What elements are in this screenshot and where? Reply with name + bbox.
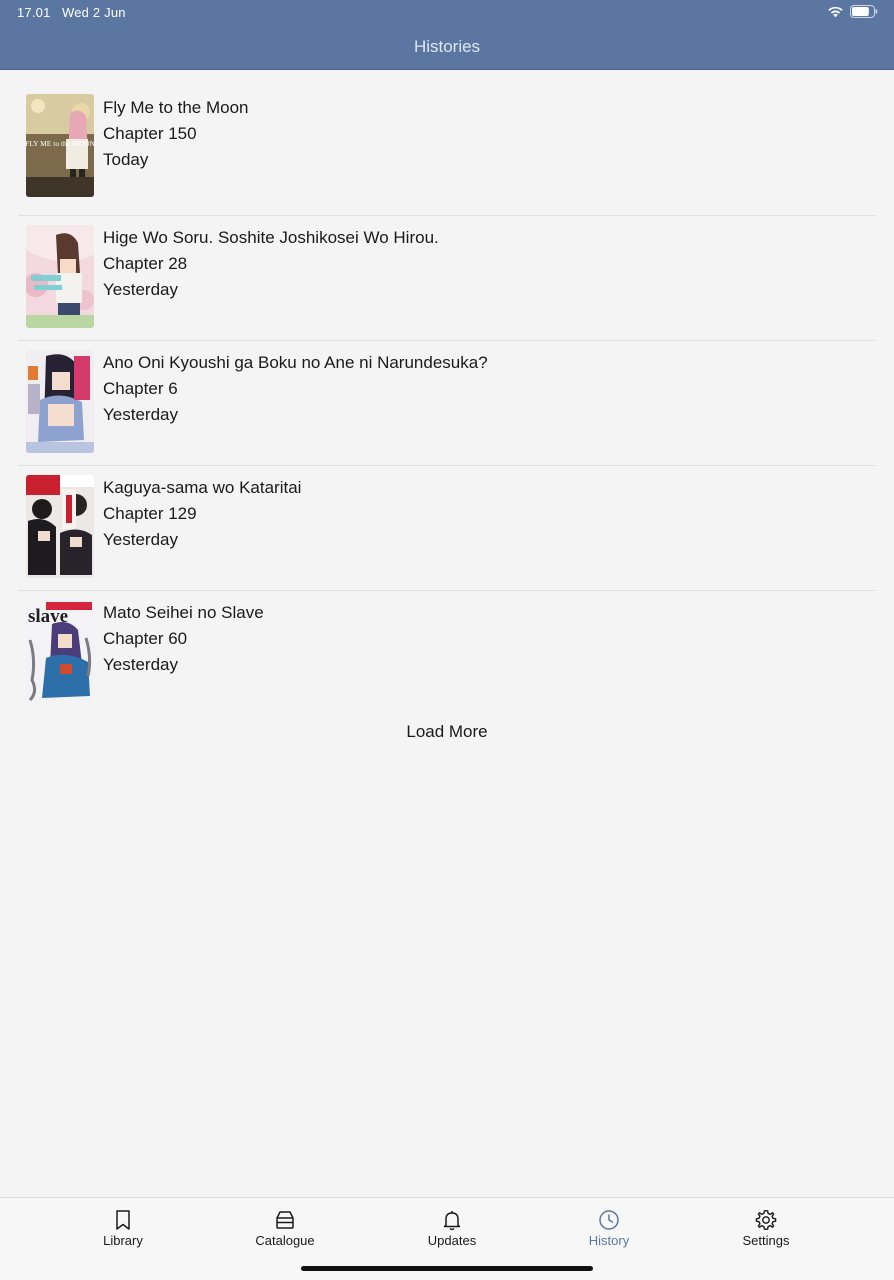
manga-cover — [26, 350, 94, 453]
manga-cover: FLY ME to the MOON — [26, 94, 94, 197]
read-date: Today — [103, 150, 149, 169]
manga-title: Fly Me to the Moon — [103, 98, 249, 117]
manga-cover — [26, 475, 94, 578]
history-item[interactable]: FLY ME to the MOON Fly Me to the Moon Ch… — [18, 70, 876, 216]
navigation-header: 17.01 Wed 2 Jun Histories — [0, 0, 894, 70]
status-clock: 17.01 — [17, 5, 51, 20]
chapter-label: Chapter 6 — [103, 379, 178, 398]
bookmark-icon — [116, 1210, 130, 1230]
status-date: Wed 2 Jun — [61, 5, 126, 20]
history-item-text: Fly Me to the Moon Chapter 150 Today — [103, 95, 249, 173]
tab-catalogue[interactable]: Catalogue — [225, 1198, 345, 1258]
status-time: 17.01 Wed 2 Jun — [17, 5, 126, 20]
read-date: Yesterday — [103, 405, 178, 424]
gear-icon — [755, 1210, 777, 1230]
history-item-text: Kaguya-sama wo Kataritai Chapter 129 Yes… — [103, 475, 301, 553]
manga-title: Kaguya-sama wo Kataritai — [103, 478, 302, 497]
manga-cover: slave — [26, 600, 94, 703]
read-date: Yesterday — [103, 655, 178, 674]
history-item[interactable]: Hige Wo Soru. Soshite Joshikosei Wo Hiro… — [18, 216, 876, 341]
history-screen: 17.01 Wed 2 Jun Histories FLY ME to the … — [0, 0, 894, 1280]
history-item-text: Ano Oni Kyoushi ga Boku no Ane ni Narund… — [103, 350, 488, 428]
chapter-label: Chapter 60 — [103, 629, 188, 648]
history-item[interactable]: slave Mato Seihei no Slave Chapter 60 Ye… — [18, 591, 876, 715]
load-more-button[interactable]: Load More — [0, 722, 894, 742]
tab-label: Catalogue — [255, 1233, 315, 1248]
chapter-label: Chapter 28 — [103, 254, 188, 273]
bell-icon — [443, 1211, 461, 1231]
history-item[interactable]: Ano Oni Kyoushi ga Boku no Ane ni Narund… — [18, 341, 876, 466]
tab-label: History — [588, 1233, 630, 1248]
tab-library[interactable]: Library — [63, 1198, 183, 1258]
history-list: FLY ME to the MOON Fly Me to the Moon Ch… — [18, 70, 876, 715]
inbox-tray-icon — [276, 1211, 294, 1229]
page-title: Histories — [413, 37, 481, 56]
wifi-icon — [828, 6, 843, 18]
manga-title: Ano Oni Kyoushi ga Boku no Ane ni Narund… — [103, 353, 488, 372]
manga-title: Hige Wo Soru. Soshite Joshikosei Wo Hiro… — [103, 228, 439, 247]
history-item-text: Mato Seihei no Slave Chapter 60 Yesterda… — [103, 600, 264, 678]
clock-icon — [599, 1210, 619, 1230]
tab-label: Library — [103, 1233, 143, 1248]
tab-history[interactable]: History — [549, 1198, 669, 1258]
cover-title-text: FLY ME to the MOON — [26, 139, 94, 148]
manga-cover — [26, 225, 94, 328]
history-item[interactable]: Kaguya-sama wo Kataritai Chapter 129 Yes… — [18, 466, 876, 591]
battery-icon — [850, 5, 878, 18]
chapter-label: Chapter 129 — [103, 504, 197, 523]
manga-title: Mato Seihei no Slave — [103, 603, 264, 622]
tab-label: Settings — [742, 1233, 790, 1248]
chapter-label: Chapter 150 — [103, 124, 197, 143]
tab-label: Updates — [427, 1233, 477, 1248]
read-date: Yesterday — [103, 280, 178, 299]
tab-updates[interactable]: Updates — [392, 1198, 512, 1258]
home-indicator — [301, 1266, 593, 1271]
read-date: Yesterday — [103, 530, 178, 549]
status-indicators — [827, 5, 878, 18]
history-item-text: Hige Wo Soru. Soshite Joshikosei Wo Hiro… — [103, 225, 439, 303]
tab-settings[interactable]: Settings — [706, 1198, 826, 1258]
